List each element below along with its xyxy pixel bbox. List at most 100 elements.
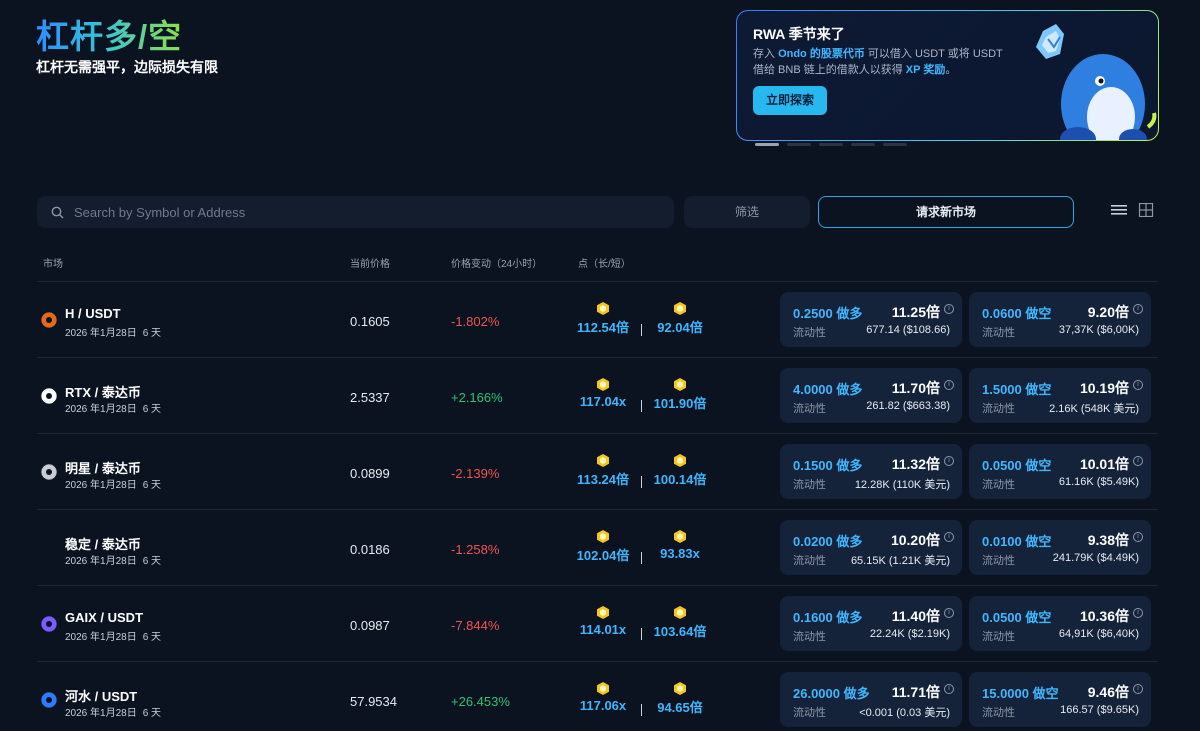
long-card[interactable]: 0.0200 做多 10.20倍 i 流动性 65.15K (1.21K 美元) <box>780 520 962 575</box>
long-rate: 0.1600 做多 <box>793 610 863 625</box>
market-pair[interactable]: 明星 / 泰达币 <box>65 458 141 477</box>
carousel-dot[interactable] <box>819 143 843 146</box>
grid-view-icon[interactable] <box>1138 203 1154 217</box>
points-short: 93.83x <box>645 530 715 563</box>
table-row[interactable]: RTX / 泰达币 2026 年1月28日 6 天 2.5337 +2.166% 117.… <box>37 358 1158 434</box>
price-change: -2.139% <box>451 466 500 481</box>
table-row[interactable]: 稳定 / 泰达币 2026 年1月28日 6 天 0.0186 -1.258% 102.0… <box>37 510 1158 586</box>
info-icon[interactable]: i <box>944 304 954 314</box>
market-pair[interactable]: H / USDT <box>65 306 121 321</box>
points-badge-icon <box>674 606 686 619</box>
promo-banner[interactable]: RWA 季节来了 存入 Ondo 的股票代币 可以借入 USDT 或将 USDT… <box>736 10 1159 141</box>
current-price: 0.1605 <box>350 314 390 329</box>
long-card[interactable]: 4.0000 做多 11.70倍 i 流动性 261.82 ($663.38) <box>780 368 962 423</box>
liquidity-label: 流动性 <box>793 327 826 339</box>
long-leverage: 11.71倍 <box>891 684 940 700</box>
token-icon <box>41 388 57 404</box>
whale-mascot-icon <box>1036 24 1157 140</box>
current-price: 0.0899 <box>350 466 390 481</box>
table-row[interactable]: 河水 / USDT 2026 年1月28日 6 天 57.9534 +26.453% 11… <box>37 662 1158 731</box>
short-leverage: 9.20倍 <box>1087 304 1129 320</box>
short-leverage: 10.01倍 <box>1079 456 1129 472</box>
points-badge-icon <box>674 302 686 315</box>
long-leverage: 11.25倍 <box>891 304 940 320</box>
short-leverage: 10.36倍 <box>1079 608 1129 624</box>
points-badge-icon <box>674 530 686 543</box>
long-leverage: 11.70倍 <box>891 380 940 396</box>
carousel-dot[interactable] <box>851 143 875 146</box>
long-card[interactable]: 0.1500 做多 11.32倍 i 流动性 12.28K (110K 美元) <box>780 444 962 499</box>
short-card[interactable]: 0.0100 做空 9.38倍 i 流动性 241.79K ($4.49K) <box>969 520 1151 575</box>
expiry-date: 2026 年1月28日 6 天 <box>65 556 162 567</box>
search-box[interactable] <box>37 196 674 228</box>
info-icon[interactable]: i <box>1133 304 1143 314</box>
carousel-dot[interactable] <box>883 143 907 146</box>
points-badge-icon <box>674 378 686 391</box>
carousel-dot[interactable] <box>755 143 779 146</box>
current-price: 57.9534 <box>350 694 397 709</box>
points-long: 102.04倍 <box>568 530 638 565</box>
promo-title: RWA 季节来了 <box>753 26 845 42</box>
info-icon[interactable]: i <box>944 684 954 694</box>
filter-button[interactable]: 筛选 <box>684 196 810 228</box>
liquidity-label: 流动性 <box>793 555 826 567</box>
long-card[interactable]: 26.0000 做多 11.71倍 i 流动性 <0.001 (0.03 美元) <box>780 672 962 727</box>
header-price[interactable]: 当前价格 <box>350 255 390 270</box>
short-rate: 1.5000 做空 <box>982 382 1052 397</box>
short-leverage: 9.38倍 <box>1087 532 1129 548</box>
info-icon[interactable]: i <box>1133 380 1143 390</box>
short-liquidity: 2.16K (548K 美元) <box>1049 403 1139 415</box>
search-input[interactable] <box>74 204 634 220</box>
info-icon[interactable]: i <box>1133 456 1143 466</box>
info-icon[interactable]: i <box>944 608 954 618</box>
current-price: 0.0987 <box>350 618 390 633</box>
info-icon[interactable]: i <box>1133 684 1143 694</box>
short-card[interactable]: 0.0600 做空 9.20倍 i 流动性 37,37K ($6,00K) <box>969 292 1151 347</box>
long-rate: 0.2500 做多 <box>793 306 863 321</box>
liquidity-label: 流动性 <box>793 403 826 415</box>
info-icon[interactable]: i <box>944 380 954 390</box>
market-pair[interactable]: 河水 / USDT <box>65 686 137 705</box>
search-icon <box>51 206 64 218</box>
explore-button[interactable]: 立即探索 <box>753 86 827 115</box>
header-change[interactable]: 价格变动（24小时） <box>451 255 542 270</box>
short-card[interactable]: 0.0500 做空 10.01倍 i 流动性 61.16K ($5.49K) <box>969 444 1151 499</box>
request-market-button[interactable]: 请求新市场 <box>818 196 1074 228</box>
short-card[interactable]: 15.0000 做空 9.46倍 i 流动性 166.57 ($9.65K) <box>969 672 1151 727</box>
points-badge-icon <box>597 454 609 467</box>
short-leverage: 10.19倍 <box>1079 380 1129 396</box>
long-liquidity: 65.15K (1.21K 美元) <box>850 555 950 567</box>
market-pair[interactable]: 稳定 / 泰达币 <box>65 534 141 553</box>
long-card[interactable]: 0.2500 做多 11.25倍 i 流动性 677.14 ($108.66) <box>780 292 962 347</box>
short-card[interactable]: 1.5000 做空 10.19倍 i 流动性 2.16K (548K 美元) <box>969 368 1151 423</box>
table-row[interactable]: 明星 / 泰达币 2026 年1月28日 6 天 0.0899 -2.139% 113.2… <box>37 434 1158 510</box>
liquidity-label: 流动性 <box>982 631 1015 643</box>
points-divider <box>641 704 642 716</box>
info-icon[interactable]: i <box>944 456 954 466</box>
market-pair[interactable]: GAIX / USDT <box>65 610 143 625</box>
long-card[interactable]: 0.1600 做多 11.40倍 i 流动性 22.24K ($2.19K) <box>780 596 962 651</box>
short-card[interactable]: 0.0500 做空 10.36倍 i 流动性 64,91K ($6,40K) <box>969 596 1151 651</box>
points-long: 114.01x <box>568 606 638 639</box>
price-change: -7.844% <box>451 618 500 633</box>
token-icon <box>41 464 57 480</box>
promo-text: 存入 Ondo 的股票代币 可以借入 USDT 或将 USDT 借给 BNB 链… <box>753 48 1003 76</box>
info-icon[interactable]: i <box>1133 608 1143 618</box>
long-rate: 0.0200 做多 <box>793 534 863 549</box>
short-liquidity: 166.57 ($9.65K) <box>1060 704 1139 716</box>
short-rate: 0.0500 做空 <box>982 458 1052 473</box>
liquidity-label: 流动性 <box>793 479 826 491</box>
short-rate: 0.0100 做空 <box>982 534 1052 549</box>
list-view-icon[interactable] <box>1111 203 1127 217</box>
short-liquidity: 64,91K ($6,40K) <box>1058 628 1139 640</box>
page-subtitle: 杠杆无需强平，边际损失有限 <box>36 59 218 75</box>
market-pair[interactable]: RTX / 泰达币 <box>65 382 141 401</box>
carousel-dot[interactable] <box>787 143 811 146</box>
info-icon[interactable]: i <box>944 532 954 542</box>
table-row[interactable]: GAIX / USDT 2026 年1月28日 6 天 0.0987 -7.844% 11… <box>37 586 1158 662</box>
table-row[interactable]: H / USDT 2026 年1月28日 6 天 0.1605 -1.802% 112.5… <box>37 282 1158 358</box>
info-icon[interactable]: i <box>1133 532 1143 542</box>
long-leverage: 11.40倍 <box>891 608 940 624</box>
points-long: 112.54倍 <box>568 302 638 337</box>
price-change: -1.258% <box>451 542 500 557</box>
